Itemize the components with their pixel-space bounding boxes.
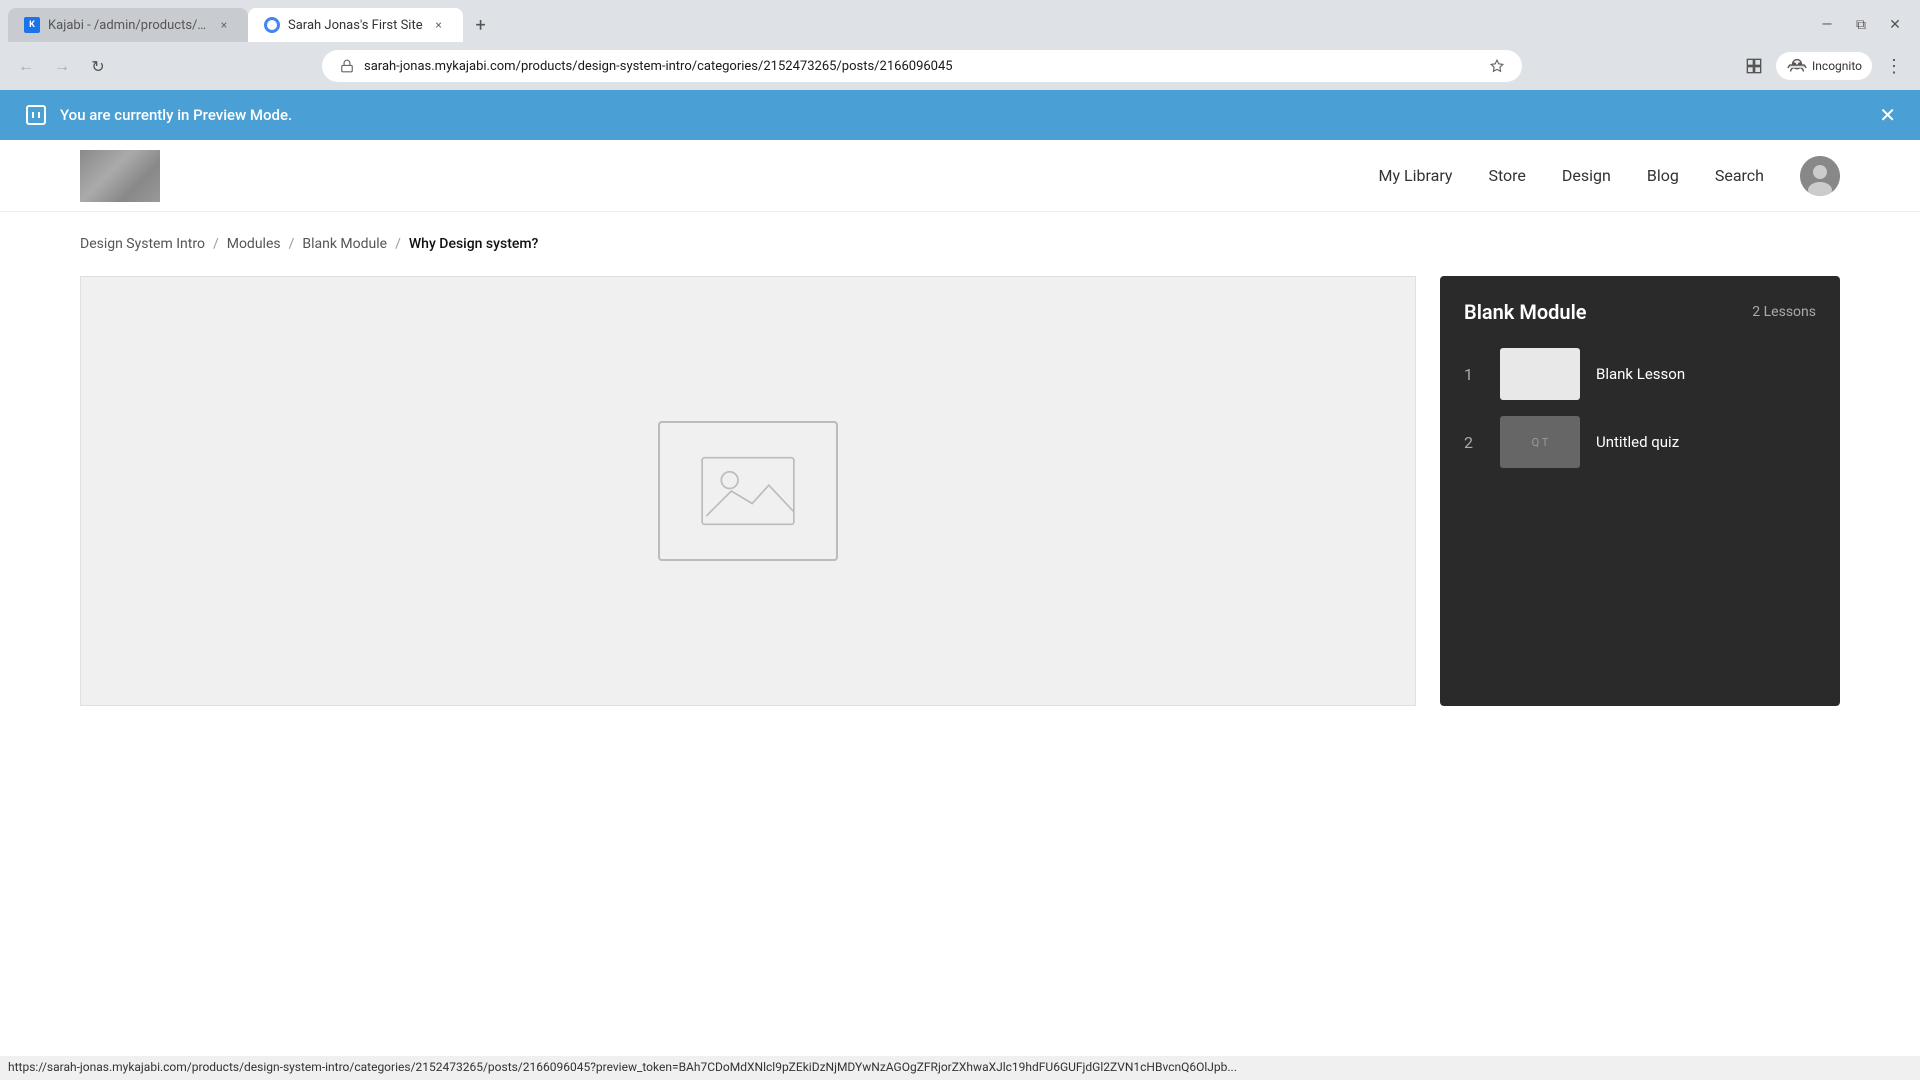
- module-title: Blank Module: [1464, 300, 1587, 324]
- breadcrumb-sep-3: /: [395, 236, 401, 252]
- incognito-button[interactable]: Incognito: [1776, 52, 1872, 80]
- nav-my-library[interactable]: My Library: [1379, 166, 1453, 185]
- breadcrumb-blank-module[interactable]: Blank Module: [302, 236, 387, 252]
- lesson-count: 2 Lessons: [1752, 304, 1816, 320]
- nav-search[interactable]: Search: [1715, 166, 1764, 185]
- placeholder-box: [658, 421, 838, 561]
- status-bar-text: https://sarah-jonas.mykajabi.com/product…: [8, 1060, 1237, 1074]
- nav-blog[interactable]: Blog: [1647, 166, 1679, 185]
- incognito-icon: [1786, 55, 1808, 77]
- preview-close-button[interactable]: ✕: [1879, 103, 1896, 127]
- extensions-button[interactable]: [1740, 52, 1768, 80]
- sidebar-header: Blank Module 2 Lessons: [1464, 300, 1816, 324]
- lesson-thumb-2: Q T: [1500, 416, 1580, 468]
- lesson-name-1: Blank Lesson: [1596, 365, 1685, 383]
- favicon-kajabi: K: [24, 17, 40, 33]
- browser-actions: Incognito ⋮: [1740, 52, 1908, 80]
- breadcrumb-current: Why Design system?: [409, 236, 539, 252]
- lesson-list: 1 Blank Lesson 2 Q T Untitled qui: [1464, 348, 1816, 468]
- status-bar: https://sarah-jonas.mykajabi.com/product…: [0, 1056, 1920, 1080]
- lesson-name-2: Untitled quiz: [1596, 433, 1679, 451]
- preview-banner-content: You are currently in Preview Mode.: [24, 103, 292, 127]
- lesson-number-2: 2: [1464, 433, 1484, 452]
- lesson-number-1: 1: [1464, 365, 1484, 384]
- site-nav: My Library Store Design Blog Search: [1379, 156, 1841, 196]
- window-controls: — ⧉ ✕: [1814, 12, 1920, 38]
- sidebar-panel: Blank Module 2 Lessons 1 Blank Lesson 2: [1440, 276, 1840, 706]
- quiz-thumb-label: Q T: [1532, 436, 1549, 449]
- tab-title-sarah: Sarah Jonas's First Site: [288, 18, 423, 33]
- tab-close-sarah[interactable]: ×: [431, 17, 447, 33]
- window-restore[interactable]: ⧉: [1848, 12, 1874, 38]
- bookmark-icon[interactable]: [1488, 57, 1506, 75]
- preview-text: You are currently in Preview Mode.: [60, 106, 292, 124]
- lesson-thumb-1: [1500, 348, 1580, 400]
- favicon-sarah: [264, 17, 280, 33]
- address-text: sarah-jonas.mykajabi.com/products/design…: [364, 59, 1480, 74]
- tab-close-kajabi[interactable]: ×: [216, 17, 232, 33]
- image-placeholder: [658, 421, 838, 561]
- site-header: My Library Store Design Blog Search: [0, 140, 1920, 212]
- user-avatar[interactable]: [1800, 156, 1840, 196]
- tab-kajabi[interactable]: K Kajabi - /admin/products/21481... ×: [8, 8, 248, 42]
- breadcrumb-sep-1: /: [213, 236, 219, 252]
- lesson-item-2[interactable]: 2 Q T Untitled quiz: [1464, 416, 1816, 468]
- breadcrumb-sep-2: /: [289, 236, 295, 252]
- new-tab-button[interactable]: +: [467, 11, 495, 39]
- breadcrumb: Design System Intro / Modules / Blank Mo…: [80, 236, 1840, 252]
- incognito-label: Incognito: [1812, 59, 1862, 73]
- forward-button[interactable]: →: [48, 52, 76, 80]
- lock-icon: [338, 57, 356, 75]
- browser-menu-button[interactable]: ⋮: [1880, 52, 1908, 80]
- address-bar[interactable]: sarah-jonas.mykajabi.com/products/design…: [322, 50, 1522, 82]
- window-close[interactable]: ✕: [1882, 12, 1908, 38]
- address-bar-row: ← → ↻ sarah-jonas.mykajabi.com/products/…: [0, 42, 1920, 90]
- video-area: [80, 276, 1416, 706]
- tab-sarah[interactable]: Sarah Jonas's First Site ×: [248, 8, 463, 42]
- nav-store[interactable]: Store: [1488, 166, 1525, 185]
- tab-bar: K Kajabi - /admin/products/21481... × Sa…: [0, 0, 1920, 42]
- nav-design[interactable]: Design: [1562, 166, 1611, 185]
- breadcrumb-design-system-intro[interactable]: Design System Intro: [80, 236, 205, 252]
- window-minimize[interactable]: —: [1814, 12, 1840, 38]
- reload-button[interactable]: ↻: [84, 52, 112, 80]
- lesson-item-1[interactable]: 1 Blank Lesson: [1464, 348, 1816, 400]
- site-logo[interactable]: [80, 150, 160, 202]
- back-button[interactable]: ←: [12, 52, 40, 80]
- main-content: Design System Intro / Modules / Blank Mo…: [0, 212, 1920, 730]
- content-area: Blank Module 2 Lessons 1 Blank Lesson 2: [80, 276, 1840, 706]
- tab-title-kajabi: Kajabi - /admin/products/21481...: [48, 18, 208, 33]
- preview-banner: You are currently in Preview Mode. ✕: [0, 90, 1920, 140]
- browser-chrome: K Kajabi - /admin/products/21481... × Sa…: [0, 0, 1920, 90]
- preview-icon: [24, 103, 48, 127]
- breadcrumb-modules[interactable]: Modules: [227, 236, 281, 252]
